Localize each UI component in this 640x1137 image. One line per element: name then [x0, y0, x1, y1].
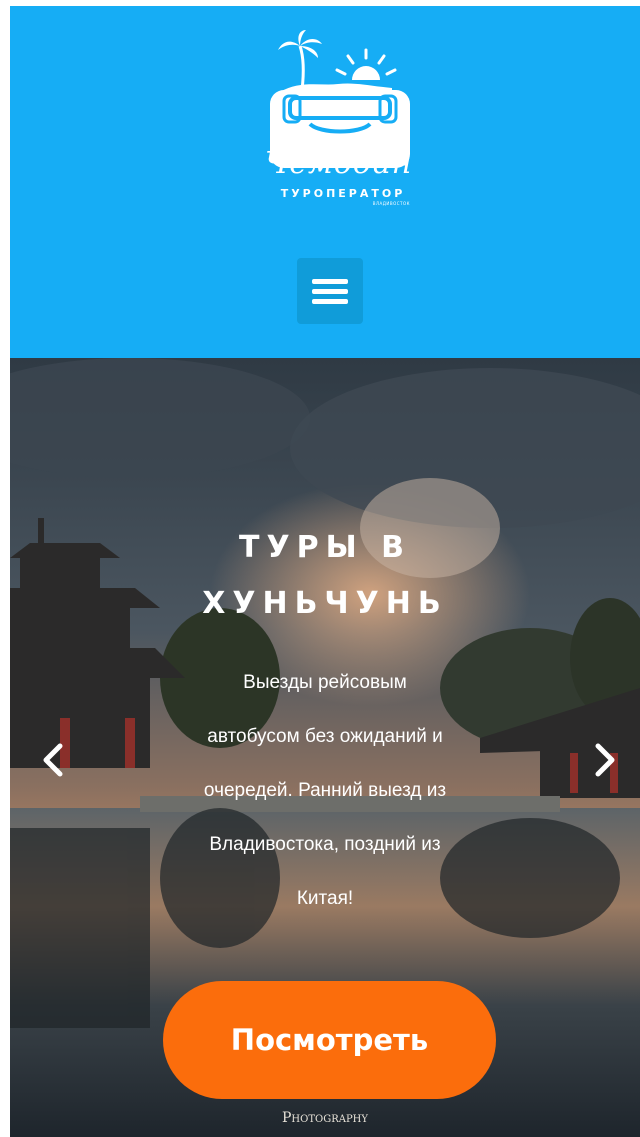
chevron-left-icon	[43, 743, 63, 777]
menu-toggle-button[interactable]	[297, 258, 363, 324]
slider-next-button[interactable]	[584, 738, 624, 782]
logo-subtitle: ТУРОПЕРАТОР	[280, 187, 406, 200]
view-button[interactable]: Посмотреть	[163, 981, 496, 1099]
slide-description-line: Выезды рейсовым	[243, 672, 407, 693]
suitcase-logo-icon	[270, 30, 410, 168]
slide-title: ТУРЫ В ХУНЬЧУНЬ	[140, 520, 510, 632]
slide-description-line: Китая!	[296, 888, 354, 909]
slide-description-line: очередей. Ранний выезд из	[203, 780, 447, 801]
slide-title-line2: ХУНЬЧУНЬ	[202, 586, 448, 621]
site-header: Чемодан ТУРОПЕРАТОР ВЛАДИВОСТОК	[10, 6, 640, 358]
slide-description: Выезды рейсовым автобусом без ожиданий и…	[150, 656, 500, 926]
logo-city: ВЛАДИВОСТОК	[372, 201, 410, 206]
hero-slider: ТУРЫ В ХУНЬЧУНЬ Выезды рейсовым автобусо…	[10, 358, 640, 1137]
logo-brand-text: Чемодан	[265, 146, 413, 181]
chevron-right-icon	[595, 743, 615, 777]
slide-description-line: автобусом без ожиданий и	[207, 726, 443, 747]
hamburger-icon	[312, 279, 348, 304]
watermark-line2: Photography	[282, 1110, 368, 1126]
slide-description-line: Владивостока, поздний из	[209, 834, 441, 855]
slide-title-line1: ТУРЫ В	[239, 530, 411, 565]
page: Чемодан ТУРОПЕРАТОР ВЛАДИВОСТОК ТУРЫ В Х…	[10, 0, 640, 1137]
slider-prev-button[interactable]	[34, 738, 74, 782]
